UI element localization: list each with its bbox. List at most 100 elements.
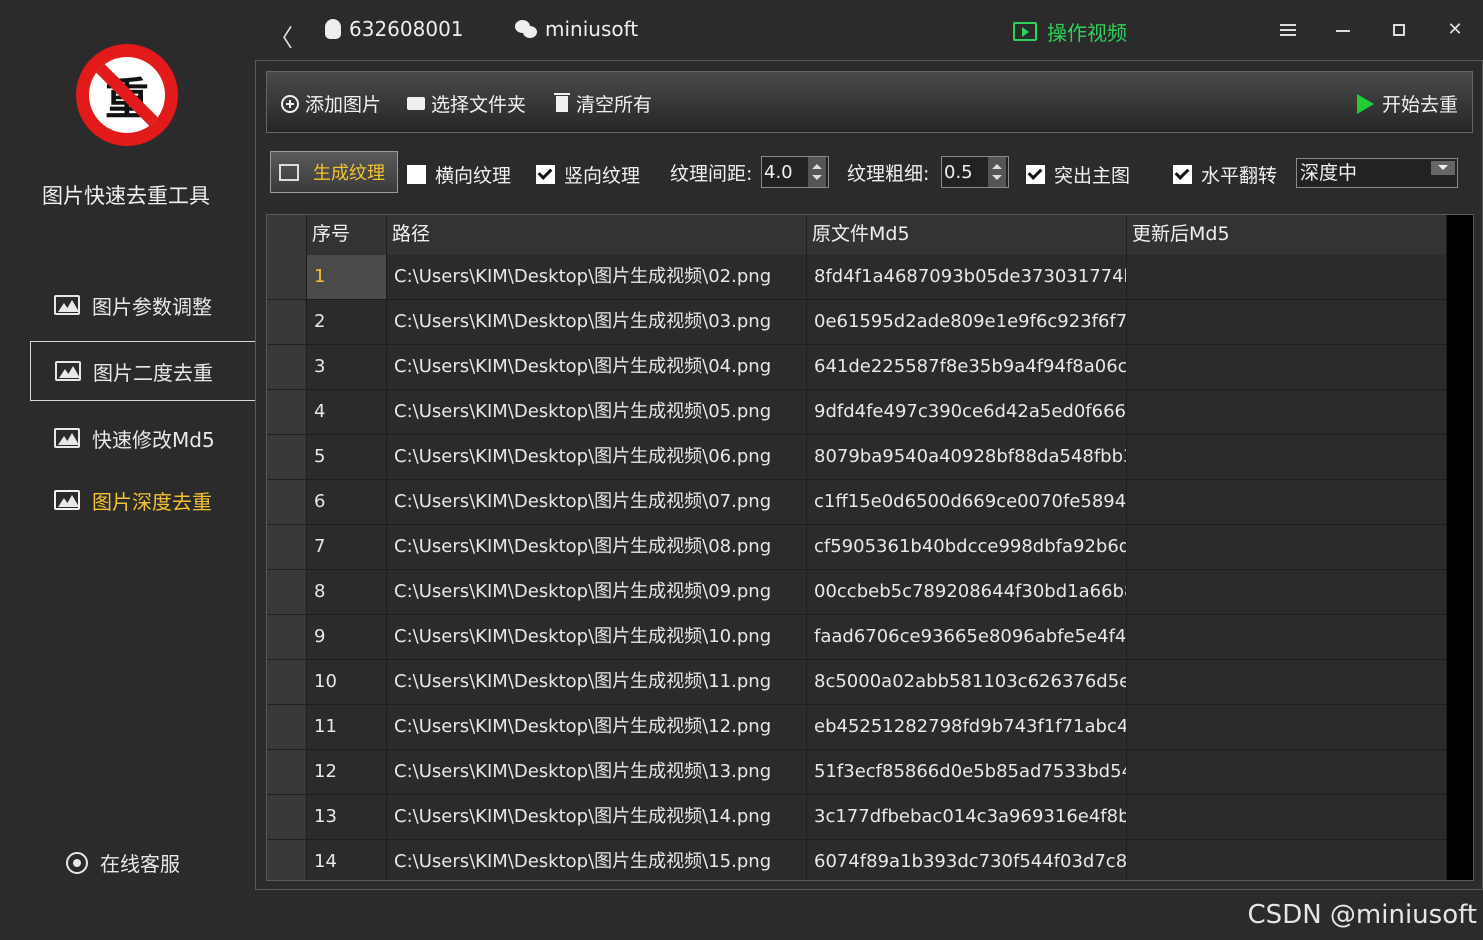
cell-path: C:\Users\KIM\Desktop\图片生成视频\09.png <box>387 570 807 614</box>
highlight-main-checkbox[interactable]: 突出主图 <box>1026 161 1130 188</box>
horizontal-texture-checkbox[interactable]: 横向纹理 <box>407 161 511 188</box>
checkbox-checked-icon <box>1026 165 1045 184</box>
spacing-value: 4.0 <box>764 161 793 183</box>
column-header-index[interactable]: 序号 <box>307 215 387 255</box>
table-header: 序号 路径 原文件Md5 更新后Md5 <box>267 215 1447 255</box>
wechat-id: miniusoft <box>545 17 639 41</box>
row-header[interactable] <box>267 390 307 434</box>
depth-select[interactable]: 深度中 <box>1296 158 1458 188</box>
column-header-updated-md5[interactable]: 更新后Md5 <box>1127 215 1447 255</box>
add-image-label: 添加图片 <box>305 94 382 116</box>
column-header-path[interactable]: 路径 <box>387 215 807 255</box>
nav-image-deep-dedup[interactable]: 图片深度去重 <box>30 470 255 530</box>
vertical-texture-label: 竖向纹理 <box>564 165 641 187</box>
table-row[interactable]: 6 C:\Users\KIM\Desktop\图片生成视频\07.png c1ff1… <box>267 480 1447 525</box>
cell-index: 13 <box>307 795 387 839</box>
column-header-original-md5[interactable]: 原文件Md5 <box>807 215 1127 255</box>
maximize-button[interactable] <box>1385 16 1413 44</box>
cell-updated-md5 <box>1127 300 1447 344</box>
table-row[interactable]: 13 C:\Users\KIM\Desktop\图片生成视频\14.png 3c17… <box>267 795 1447 840</box>
minimize-button[interactable] <box>1329 16 1357 44</box>
row-header[interactable] <box>267 570 307 614</box>
cell-original-md5: 0e61595d2ade809e1e9f6c923f6f7fbc <box>807 300 1127 344</box>
row-header[interactable] <box>267 795 307 839</box>
cell-path: C:\Users\KIM\Desktop\图片生成视频\10.png <box>387 615 807 659</box>
cell-index: 4 <box>307 390 387 434</box>
row-header[interactable] <box>267 750 307 794</box>
row-header[interactable] <box>267 480 307 524</box>
close-button[interactable]: ✕ <box>1441 16 1469 44</box>
wechat-contact: miniusoft <box>515 17 638 41</box>
menu-button[interactable] <box>1273 16 1301 44</box>
cell-updated-md5 <box>1127 435 1447 479</box>
row-header[interactable] <box>267 840 307 880</box>
row-header[interactable] <box>267 705 307 749</box>
table-row[interactable]: 2 C:\Users\KIM\Desktop\图片生成视频\03.png 0e615… <box>267 300 1447 345</box>
table-row[interactable]: 5 C:\Users\KIM\Desktop\图片生成视频\06.png 8079b… <box>267 435 1447 480</box>
row-header[interactable] <box>267 435 307 479</box>
checkbox-checked-icon <box>1173 165 1192 184</box>
image-edit-icon <box>54 428 80 448</box>
clear-all-button[interactable]: 清空所有 <box>554 90 652 117</box>
nav-label: 图片深度去重 <box>92 489 212 514</box>
depth-select-value: 深度中 <box>1300 162 1358 184</box>
cell-updated-md5 <box>1127 480 1447 524</box>
row-header[interactable] <box>267 660 307 704</box>
table-row[interactable]: 12 C:\Users\KIM\Desktop\图片生成视频\13.png 51f3… <box>267 750 1447 795</box>
sidebar: 重 图片快速去重工具 图片参数调整 图片二度去重 快速修改Md5 图片深度去重 … <box>0 0 255 940</box>
table-row[interactable]: 10 C:\Users\KIM\Desktop\图片生成视频\11.png 8c50… <box>267 660 1447 705</box>
support-label: 在线客服 <box>100 852 180 876</box>
add-image-button[interactable]: 添加图片 <box>281 90 381 117</box>
table-row[interactable]: 7 C:\Users\KIM\Desktop\图片生成视频\08.png cf590… <box>267 525 1447 570</box>
table-row[interactable]: 3 C:\Users\KIM\Desktop\图片生成视频\04.png 641de… <box>267 345 1447 390</box>
thickness-spinbox[interactable]: 0.5 <box>941 156 1009 188</box>
vertical-scrollbar[interactable] <box>1447 215 1473 880</box>
row-header[interactable] <box>267 345 307 389</box>
cell-original-md5: 8fd4f1a4687093b05de373031774b... <box>807 255 1127 299</box>
table-row[interactable]: 4 C:\Users\KIM\Desktop\图片生成视频\05.png 9dfd4… <box>267 390 1447 435</box>
spinner-arrows[interactable] <box>808 157 826 187</box>
row-header[interactable] <box>267 300 307 344</box>
table-row[interactable]: 14 C:\Users\KIM\Desktop\图片生成视频\15.png 6074… <box>267 840 1447 880</box>
nav-image-params[interactable]: 图片参数调整 <box>30 275 255 335</box>
generate-texture-button[interactable]: 生成纹理 <box>270 151 398 193</box>
horizontal-texture-label: 横向纹理 <box>435 165 512 187</box>
cell-index: 12 <box>307 750 387 794</box>
headset-icon <box>66 851 88 874</box>
trash-icon <box>554 92 570 112</box>
flip-horizontal-checkbox[interactable]: 水平翻转 <box>1173 161 1277 188</box>
cell-path: C:\Users\KIM\Desktop\图片生成视频\06.png <box>387 435 807 479</box>
table-row[interactable]: 1 C:\Users\KIM\Desktop\图片生成视频\02.png 8fd4f… <box>267 255 1447 300</box>
cell-original-md5: 3c177dfbebac014c3a969316e4f8bd... <box>807 795 1127 839</box>
cell-path: C:\Users\KIM\Desktop\图片生成视频\08.png <box>387 525 807 569</box>
cell-original-md5: c1ff15e0d6500d669ce0070fe5894b... <box>807 480 1127 524</box>
row-header[interactable] <box>267 255 307 299</box>
cell-updated-md5 <box>1127 840 1447 880</box>
select-folder-button[interactable]: 选择文件夹 <box>407 90 526 117</box>
back-button[interactable]: 〈 <box>269 18 293 53</box>
table-row[interactable]: 11 C:\Users\KIM\Desktop\图片生成视频\12.png eb45… <box>267 705 1447 750</box>
vertical-texture-checkbox[interactable]: 竖向纹理 <box>536 161 640 188</box>
cell-index: 2 <box>307 300 387 344</box>
cell-index: 10 <box>307 660 387 704</box>
checkbox-checked-icon <box>536 165 555 184</box>
cell-updated-md5 <box>1127 570 1447 614</box>
row-header[interactable] <box>267 525 307 569</box>
cell-index: 7 <box>307 525 387 569</box>
thickness-value: 0.5 <box>944 161 973 183</box>
tutorial-video-link[interactable]: 操作视频 <box>1013 17 1127 46</box>
spinner-arrows[interactable] <box>988 157 1006 187</box>
cell-path: C:\Users\KIM\Desktop\图片生成视频\02.png <box>387 255 807 299</box>
app-logo: 重 <box>76 44 178 146</box>
nav-image-second-dedup[interactable]: 图片二度去重 <box>30 341 255 401</box>
cell-original-md5: 00ccbeb5c789208644f30bd1a66b8... <box>807 570 1127 614</box>
spacing-spinbox[interactable]: 4.0 <box>761 156 829 188</box>
start-dedup-button[interactable]: 开始去重 <box>1357 90 1458 117</box>
row-header[interactable] <box>267 615 307 659</box>
cell-updated-md5 <box>1127 525 1447 569</box>
table-row[interactable]: 8 C:\Users\KIM\Desktop\图片生成视频\09.png 00ccb… <box>267 570 1447 615</box>
table-row[interactable]: 9 C:\Users\KIM\Desktop\图片生成视频\10.png faad6… <box>267 615 1447 660</box>
online-support-link[interactable]: 在线客服 <box>66 848 180 877</box>
nav-quick-md5[interactable]: 快速修改Md5 <box>30 408 255 468</box>
cell-updated-md5 <box>1127 795 1447 839</box>
